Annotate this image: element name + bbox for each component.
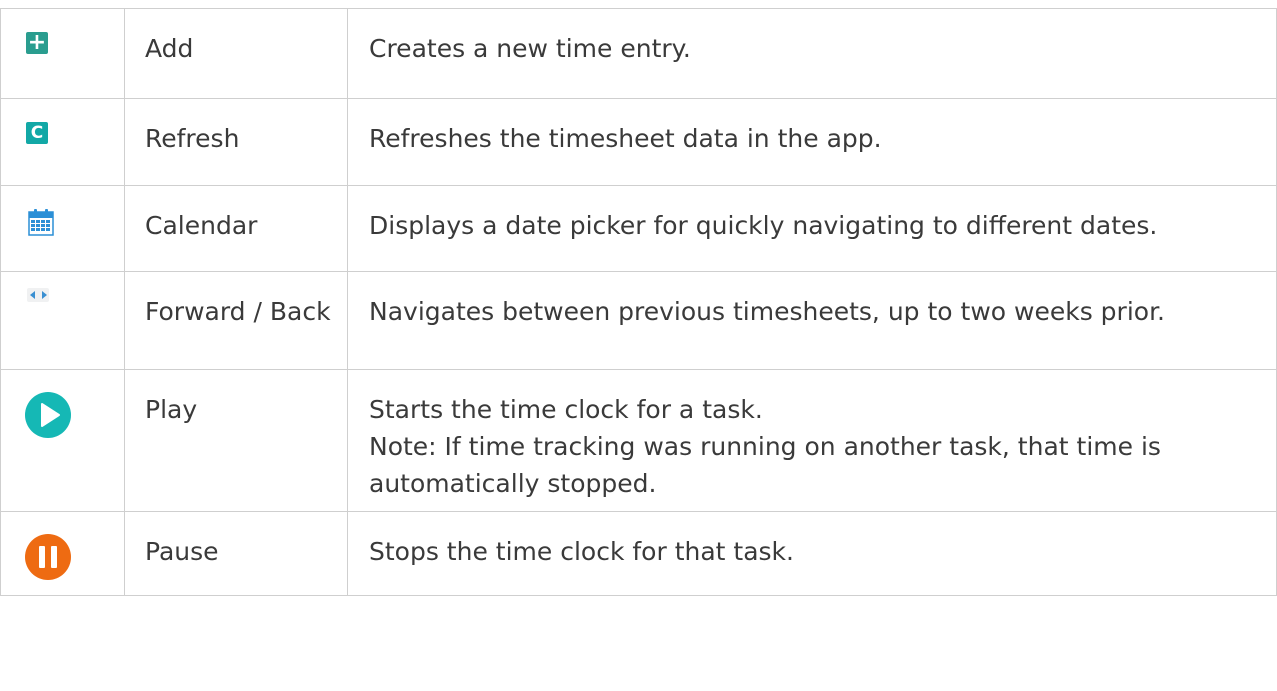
table-row: + Add Creates a new time entry. [0,8,1277,99]
row-name: Calendar [124,185,348,272]
forward-arrow-icon [41,291,47,299]
table-row: C Refresh Refreshes the timesheet data i… [0,98,1277,186]
row-description: Stops the time clock for that task. [347,511,1277,596]
table-row: Calendar Displays a date picker for quic… [0,185,1277,272]
row-name: Forward / Back [124,271,348,370]
row-description: Displays a date picker for quickly navig… [347,185,1277,272]
description-line: Navigates between previous timesheets, u… [369,297,1165,326]
table-row: Pause Stops the time clock for that task… [0,511,1277,596]
row-name: Pause [124,511,348,596]
row-name: Add [124,8,348,99]
table-row: Forward / Back Navigates between previou… [0,271,1277,370]
row-description: Navigates between previous timesheets, u… [347,271,1277,370]
description-line: Displays a date picker for quickly navig… [369,211,1158,240]
row-description: Starts the time clock for a task. Note: … [347,369,1277,512]
play-icon [25,392,71,438]
row-name: Play [124,369,348,512]
icon-reference-table: + Add Creates a new time entry. C Refres… [0,8,1277,596]
table-row: Play Starts the time clock for a task. N… [0,369,1277,512]
row-name: Refresh [124,98,348,186]
row-description: Refreshes the timesheet data in the app. [347,98,1277,186]
description-line: Refreshes the timesheet data in the app. [369,124,882,153]
back-arrow-icon [29,291,35,299]
refresh-icon: C [26,122,48,144]
description-line: Starts the time clock for a task. [369,395,763,424]
description-line: Creates a new time entry. [369,34,691,63]
description-line: Note: If time tracking was running on an… [369,432,1161,498]
calendar-icon [28,209,54,236]
row-description: Creates a new time entry. [347,8,1277,99]
forward-back-arrows-icon [27,288,49,302]
pause-icon [25,534,71,580]
description-line: Stops the time clock for that task. [369,537,794,566]
add-icon: + [26,30,48,55]
